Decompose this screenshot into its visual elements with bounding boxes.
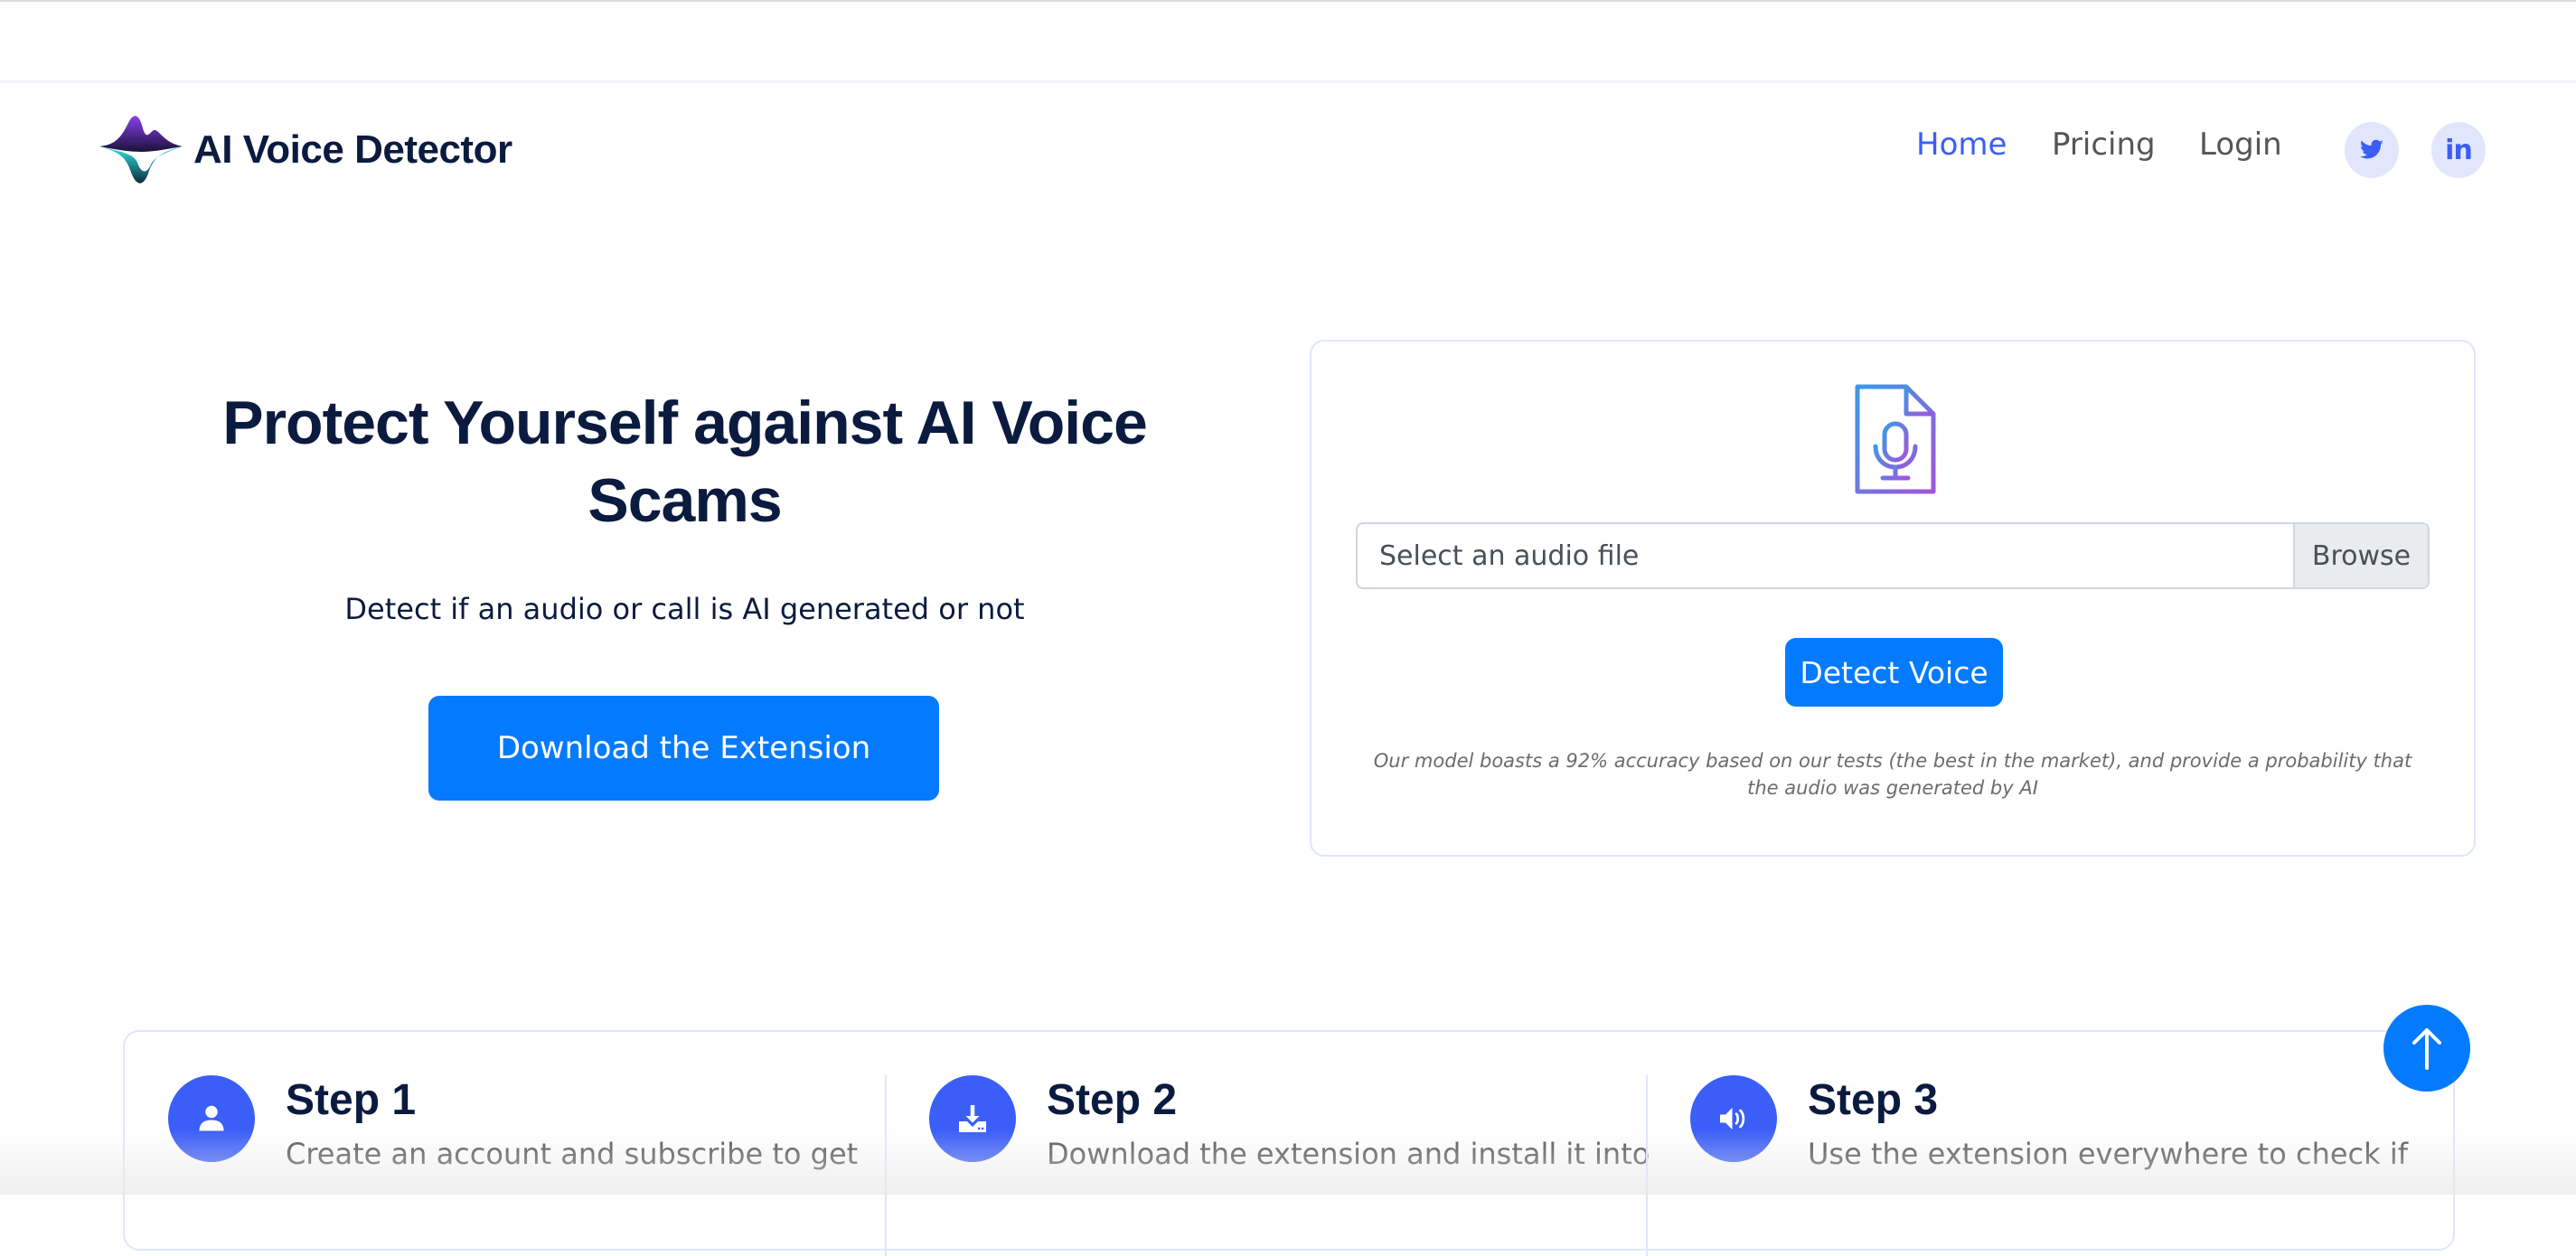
nav-home[interactable]: Home — [1916, 127, 2007, 163]
step-2-title: Step 2 — [1047, 1076, 1178, 1124]
accuracy-disclaimer: Our model boasts a 92% accuracy based on… — [1373, 750, 2412, 799]
step-3-title: Step 3 — [1808, 1076, 1939, 1124]
file-input-placeholder: Select an audio file — [1379, 539, 1640, 572]
linkedin-icon: in — [2445, 134, 2473, 166]
brand-logo[interactable]: AI Voice Detector — [98, 110, 512, 190]
step-3-desc: Use the extension everywhere to check if — [1808, 1137, 2408, 1171]
back-to-top-button[interactable] — [2383, 1005, 2470, 1092]
nav-login[interactable]: Login — [2199, 127, 2282, 163]
nav-pricing[interactable]: Pricing — [2052, 127, 2156, 163]
step-1-desc: Create an account and subscribe to get — [286, 1137, 859, 1171]
steps-bar: Step 1 Create an account and subscribe t… — [123, 1030, 2455, 1256]
upload-card: Select an audio file Browse Detect Voice… — [1310, 340, 2476, 857]
step-divider — [885, 1075, 887, 1256]
step-2-desc: Download the extension and install it in… — [1047, 1137, 1650, 1171]
download-icon — [959, 1105, 986, 1132]
arrow-up-icon — [2412, 1028, 2441, 1070]
header-divider — [0, 80, 2576, 83]
twitter-link[interactable] — [2345, 122, 2399, 178]
hero-title: Protect Yourself against AI Voice Scams — [222, 389, 1148, 535]
step-1-title: Step 1 — [286, 1076, 417, 1124]
download-extension-button[interactable]: Download the Extension — [428, 696, 939, 801]
step-2-badge — [929, 1075, 1016, 1162]
audio-file-input[interactable]: Select an audio file Browse — [1356, 522, 2430, 589]
step-1-badge — [168, 1075, 255, 1162]
brand-name: AI Voice Detector — [193, 127, 512, 172]
step-3-badge — [1690, 1075, 1777, 1162]
browse-button[interactable]: Browse — [2293, 524, 2428, 587]
audio-file-icon — [1855, 384, 1936, 494]
waveform-logo-icon — [99, 116, 183, 183]
hero-subtitle: Detect if an audio or call is AI generat… — [344, 592, 1025, 626]
speaker-icon — [1720, 1108, 1745, 1129]
twitter-icon — [2360, 139, 2383, 159]
step-divider — [1646, 1075, 1648, 1256]
detect-voice-button[interactable]: Detect Voice — [1785, 638, 2003, 707]
window-top-border — [0, 0, 2576, 2]
user-icon — [199, 1105, 224, 1131]
linkedin-link[interactable]: in — [2431, 122, 2486, 178]
